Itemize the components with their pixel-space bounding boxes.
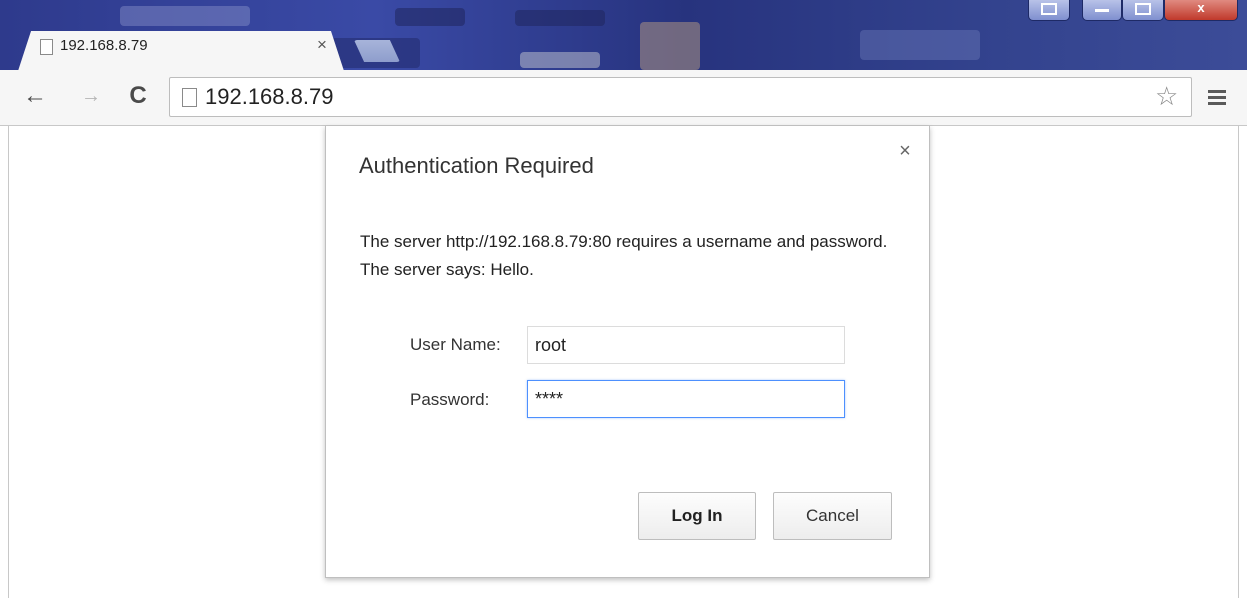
background-blur — [640, 22, 700, 70]
address-url[interactable]: 192.168.8.79 — [205, 84, 333, 110]
background-blur — [520, 52, 600, 68]
background-blur — [860, 30, 980, 60]
window-minimize-button[interactable] — [1082, 0, 1122, 21]
window-restore-button[interactable] — [1028, 0, 1070, 21]
window-close-button[interactable]: x — [1164, 0, 1238, 21]
tab-close-icon[interactable]: × — [312, 35, 332, 55]
tab-title: 192.168.8.79 — [60, 37, 148, 54]
background-blur — [395, 8, 465, 26]
password-field[interactable] — [527, 380, 845, 418]
page-icon — [40, 39, 53, 55]
hamburger-menu-icon[interactable] — [1208, 90, 1228, 106]
password-label: Password: — [410, 390, 490, 409]
maximize-icon — [1135, 3, 1151, 15]
username-label: User Name: — [410, 335, 501, 354]
content-border — [8, 126, 9, 598]
bookmark-star-icon[interactable]: ☆ — [1155, 82, 1178, 110]
dialog-title: Authentication Required — [359, 153, 594, 178]
background-blur — [120, 6, 250, 26]
close-icon: x — [1197, 0, 1205, 15]
window-maximize-button[interactable] — [1122, 0, 1164, 21]
dialog-close-icon[interactable]: × — [894, 140, 916, 162]
background-blur — [515, 10, 605, 26]
minimize-icon — [1095, 9, 1109, 12]
dialog-message: The server http://192.168.8.79:80 requir… — [360, 232, 888, 279]
log-in-button[interactable]: Log In — [638, 492, 756, 540]
reload-icon[interactable]: C — [125, 82, 151, 110]
content-border — [1238, 126, 1239, 598]
forward-arrow-icon[interactable]: → — [78, 82, 104, 110]
back-arrow-icon[interactable]: ← — [22, 82, 48, 110]
username-field[interactable] — [527, 326, 845, 364]
restore-icon — [1041, 3, 1057, 15]
page-icon — [182, 88, 197, 107]
cancel-button[interactable]: Cancel — [773, 492, 892, 540]
